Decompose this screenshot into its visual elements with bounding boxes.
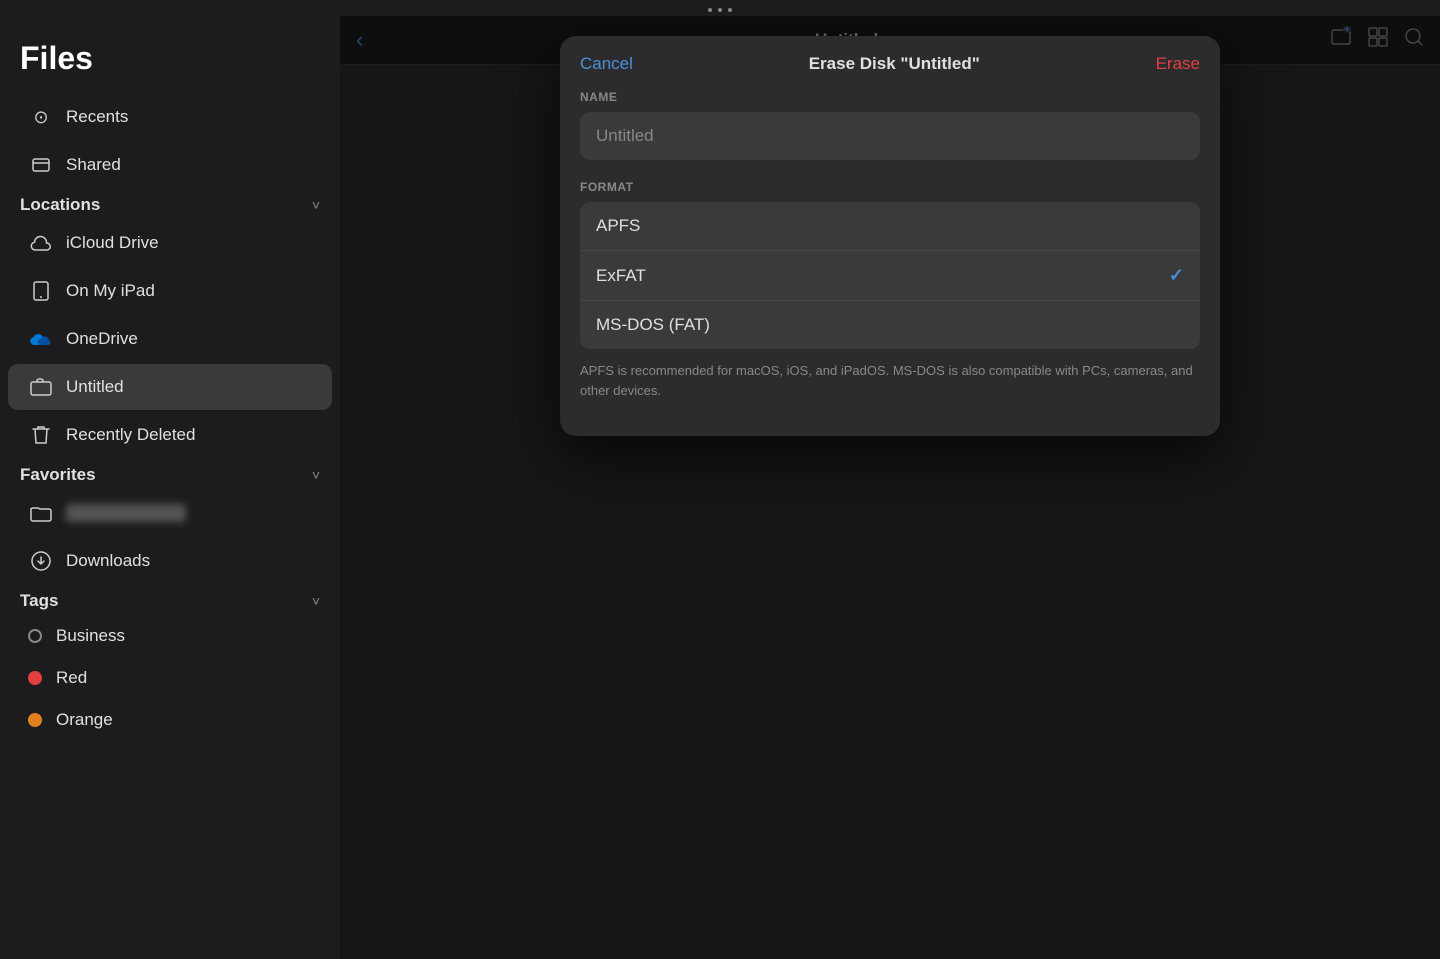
disk-name-input[interactable] xyxy=(580,112,1200,160)
onedrive-label: OneDrive xyxy=(66,329,138,349)
tags-chevron-icon: ˅ xyxy=(312,593,320,609)
business-label: Business xyxy=(56,626,125,646)
sidebar-title: Files xyxy=(0,32,340,93)
cancel-button[interactable]: Cancel xyxy=(580,54,633,74)
sidebar-item-red[interactable]: Red xyxy=(8,658,332,698)
icloud-label: iCloud Drive xyxy=(66,233,159,253)
sidebar-item-shared[interactable]: Shared xyxy=(8,142,332,188)
ipad-label: On My iPad xyxy=(66,281,155,301)
recently-deleted-label: Recently Deleted xyxy=(66,425,195,445)
dot-2 xyxy=(718,8,722,12)
tags-section-label: Tags xyxy=(20,591,58,611)
modal-overlay: Cancel Erase Disk "Untitled" Erase NAME … xyxy=(340,16,1440,959)
main-content: ‹ Untitled xyxy=(340,16,1440,959)
favorites-section-label: Favorites xyxy=(20,465,96,485)
shared-icon xyxy=(28,152,54,178)
modal-body: NAME FORMAT APFS ExFAT ✓ xyxy=(560,90,1220,436)
business-dot-icon xyxy=(28,629,42,643)
exfat-check-icon: ✓ xyxy=(1169,265,1184,286)
locations-section-label: Locations xyxy=(20,195,100,215)
sidebar-item-downloads[interactable]: Downloads xyxy=(8,538,332,584)
recents-icon: ⊙ xyxy=(28,104,54,130)
format-list: APFS ExFAT ✓ MS-DOS (FAT) xyxy=(580,202,1200,349)
sidebar-item-blurred[interactable] xyxy=(8,490,332,536)
exfat-label: ExFAT xyxy=(596,266,646,286)
erase-disk-modal: Cancel Erase Disk "Untitled" Erase NAME … xyxy=(560,36,1220,436)
blurred-item-label xyxy=(66,504,186,522)
sidebar-item-recents[interactable]: ⊙ Recents xyxy=(8,94,332,140)
locations-section-header[interactable]: Locations ˅ xyxy=(0,189,340,219)
trash-icon xyxy=(28,422,54,448)
dot-1 xyxy=(708,8,712,12)
format-field-label: FORMAT xyxy=(580,180,1200,194)
shared-label: Shared xyxy=(66,155,121,175)
dot-3 xyxy=(728,8,732,12)
tags-section-header[interactable]: Tags ˅ xyxy=(0,585,340,615)
onedrive-icon xyxy=(28,326,54,352)
untitled-drive-icon xyxy=(28,374,54,400)
format-description: APFS is recommended for macOS, iOS, and … xyxy=(580,361,1200,400)
sidebar-item-onedrive[interactable]: OneDrive xyxy=(8,316,332,362)
sidebar: Files ⊙ Recents Shared Locations ˅ xyxy=(0,16,340,959)
ipad-icon xyxy=(28,278,54,304)
format-item-exfat[interactable]: ExFAT ✓ xyxy=(580,251,1200,301)
msdos-label: MS-DOS (FAT) xyxy=(596,315,710,335)
blurred-folder-icon xyxy=(28,500,54,526)
sidebar-item-recently-deleted[interactable]: Recently Deleted xyxy=(8,412,332,458)
downloads-label: Downloads xyxy=(66,551,150,571)
icloud-icon xyxy=(28,230,54,256)
locations-chevron-icon: ˅ xyxy=(312,197,320,213)
orange-label: Orange xyxy=(56,710,113,730)
modal-title: Erase Disk "Untitled" xyxy=(809,54,980,74)
top-dots-bar xyxy=(0,0,1440,16)
format-item-msdos[interactable]: MS-DOS (FAT) xyxy=(580,301,1200,349)
sidebar-item-untitled[interactable]: Untitled xyxy=(8,364,332,410)
format-item-apfs[interactable]: APFS xyxy=(580,202,1200,251)
sidebar-item-orange[interactable]: Orange xyxy=(8,700,332,740)
favorites-chevron-icon: ˅ xyxy=(312,467,320,483)
name-field-label: NAME xyxy=(580,90,1200,104)
downloads-icon xyxy=(28,548,54,574)
orange-dot-icon xyxy=(28,713,42,727)
sidebar-item-icloud[interactable]: iCloud Drive xyxy=(8,220,332,266)
untitled-label: Untitled xyxy=(66,377,124,397)
favorites-section-header[interactable]: Favorites ˅ xyxy=(0,459,340,489)
red-dot-icon xyxy=(28,671,42,685)
apfs-label: APFS xyxy=(596,216,640,236)
recents-label: Recents xyxy=(66,107,128,127)
sidebar-item-ipad[interactable]: On My iPad xyxy=(8,268,332,314)
erase-button[interactable]: Erase xyxy=(1156,54,1200,74)
modal-header: Cancel Erase Disk "Untitled" Erase xyxy=(560,36,1220,90)
format-section: FORMAT APFS ExFAT ✓ MS-DOS (FAT) xyxy=(580,180,1200,400)
sidebar-item-business[interactable]: Business xyxy=(8,616,332,656)
red-label: Red xyxy=(56,668,87,688)
